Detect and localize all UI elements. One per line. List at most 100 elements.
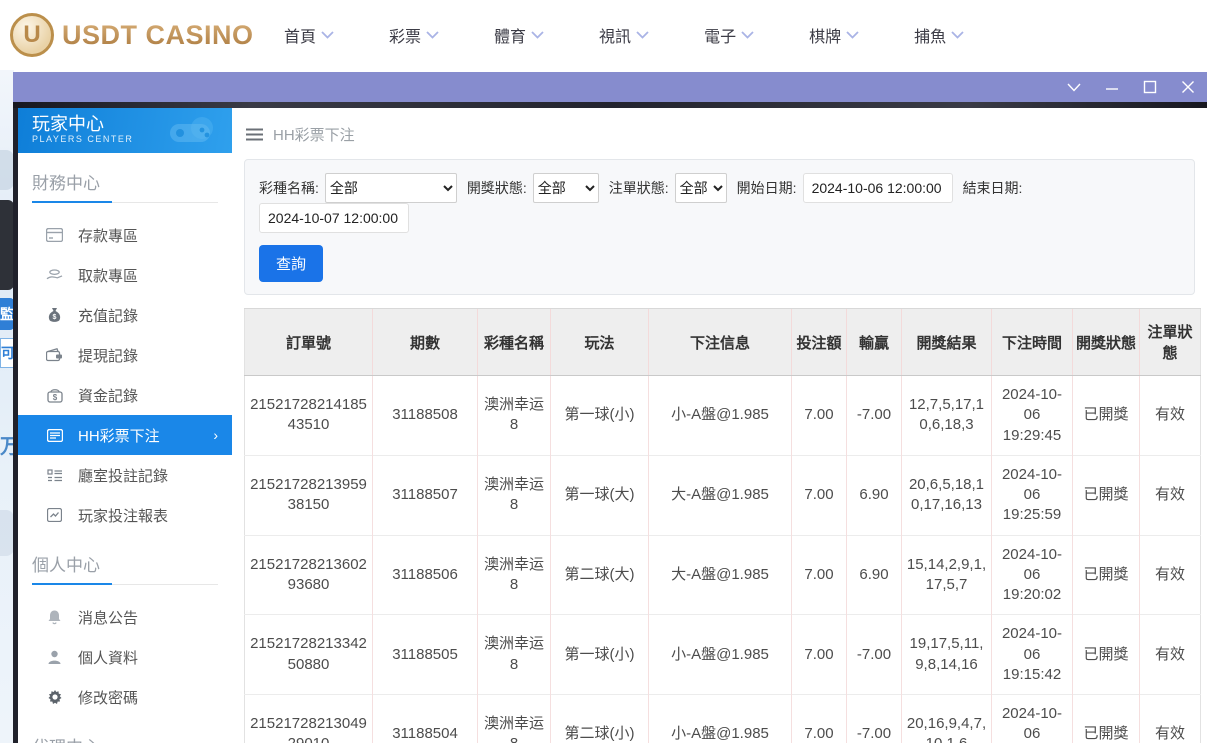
table-row: 2152172821395938150 31188507 澳洲幸运8 第一球(大… — [244, 454, 1201, 535]
lottery-select[interactable]: 全部 — [324, 173, 457, 203]
window-maximize-button[interactable] — [1141, 78, 1159, 96]
cell-time: 2024-10-06 19:29:45 — [991, 375, 1073, 456]
sidebar-item-label: HH彩票下注 — [78, 427, 160, 445]
nav-item-board-games[interactable]: 棋牌 — [809, 23, 859, 47]
cell-period: 31188504 — [372, 694, 478, 743]
cell-period: 31188507 — [372, 454, 478, 535]
nav-item-electronic[interactable]: 電子 — [704, 23, 754, 47]
col-header-play: 玩法 — [550, 308, 649, 376]
background-fragment-box: 可 — [0, 338, 14, 368]
cell-win-loss: 6.90 — [846, 454, 902, 535]
deposit-card-icon — [46, 227, 63, 244]
start-date-input[interactable] — [802, 173, 953, 203]
withdraw-hand-icon — [46, 267, 63, 284]
nav-item-sports[interactable]: 體育 — [494, 23, 544, 47]
start-date-label: 開始日期: — [736, 180, 797, 196]
room-record-icon — [46, 467, 63, 484]
col-header-lottery: 彩種名稱 — [477, 308, 551, 376]
top-nav: 首頁 彩票 體育 視訊 電子 棋牌 捕魚 — [284, 0, 964, 70]
cell-bet-amount: 7.00 — [791, 454, 847, 535]
col-header-draw-status: 開獎狀態 — [1072, 308, 1140, 376]
sidebar-item-hh-lottery-bets[interactable]: HH彩票下注 › — [18, 415, 232, 455]
sidebar-item-label: 玩家投注報表 — [78, 507, 169, 525]
cell-draw-status: 已開獎 — [1072, 454, 1140, 535]
table-row: 2152172821360293680 31188506 澳洲幸运8 第二球(大… — [244, 534, 1201, 615]
bets-table: 訂單號 期數 彩種名稱 玩法 下注信息 投注額 輸贏 開獎結果 下注時間 開獎狀… — [244, 308, 1201, 743]
nav-item-fishing[interactable]: 捕魚 — [914, 23, 964, 47]
brand-logo-badge-icon: U — [10, 13, 54, 57]
sidebar-item-change-password[interactable]: 修改密碼 — [18, 677, 232, 717]
sidebar-item-label: 充值記錄 — [78, 307, 139, 325]
table-row: 2152172821418543510 31188508 澳洲幸运8 第一球(小… — [244, 375, 1201, 456]
brand-logo[interactable]: U USDT CASINO — [10, 13, 254, 57]
order-status-select[interactable]: 全部 — [674, 173, 727, 203]
table-row: 2152172821334250880 31188505 澳洲幸运8 第一球(小… — [244, 614, 1201, 695]
chevron-down-icon — [531, 31, 544, 39]
cell-play: 第一球(大) — [550, 454, 649, 535]
cell-win-loss: -7.00 — [846, 375, 902, 456]
section-underline — [32, 583, 218, 585]
background-fragment-text: 万 — [0, 436, 14, 458]
cell-lottery: 澳洲幸运8 — [477, 375, 551, 456]
col-header-result: 開獎結果 — [901, 308, 992, 376]
search-button[interactable]: 查詢 — [259, 245, 324, 282]
background-fragment — [0, 510, 14, 556]
cell-result: 12,7,5,17,10,6,18,3 — [901, 375, 992, 456]
window-collapse-button[interactable] — [1065, 78, 1083, 96]
end-date-input[interactable] — [259, 203, 409, 233]
nav-item-label: 視訊 — [599, 29, 632, 46]
cell-play: 第一球(小) — [550, 614, 649, 695]
cell-bet-info: 大-A盤@1.985 — [648, 454, 792, 535]
window-close-button[interactable] — [1179, 78, 1197, 96]
sidebar-item-room-bet-record[interactable]: 廳室投註記錄 — [18, 455, 232, 495]
sidebar-section-title-personal: 個人中心 — [32, 556, 100, 575]
cell-order-status: 有效 — [1139, 534, 1201, 615]
sidebar-item-label: 廳室投註記錄 — [78, 467, 169, 485]
sidebar-item-label: 個人資料 — [78, 649, 139, 667]
draw-status-filter-label: 開獎狀態: — [466, 180, 527, 196]
sidebar-item-label: 取款專區 — [78, 267, 139, 285]
cell-order-status: 有效 — [1139, 694, 1201, 743]
cell-bet-info: 小-A盤@1.985 — [648, 614, 792, 695]
cell-time: 2024-10-06 19:20:02 — [991, 534, 1073, 615]
cell-draw-status: 已開獎 — [1072, 375, 1140, 456]
sidebar-item-withdraw[interactable]: 取款專區 — [18, 255, 232, 295]
cell-period: 31188506 — [372, 534, 478, 615]
cell-win-loss: -7.00 — [846, 614, 902, 695]
nav-item-home[interactable]: 首頁 — [284, 23, 334, 47]
cell-draw-status: 已開獎 — [1072, 614, 1140, 695]
col-header-win-loss: 輸贏 — [846, 308, 902, 376]
sidebar-item-announcements[interactable]: 消息公告 — [18, 597, 232, 637]
cell-order-status: 有效 — [1139, 454, 1201, 535]
sidebar: 玩家中心 PLAYERS CENTER 財務中心 存款專區 取款專區 $ 充值記… — [18, 108, 232, 743]
cell-play: 第一球(小) — [550, 375, 649, 456]
table-row: 2152172821304929010 31188504 澳洲幸运8 第二球(小… — [244, 694, 1201, 743]
sidebar-item-funds-record[interactable]: $ 資金記錄 — [18, 375, 232, 415]
cell-result: 20,6,5,18,10,17,16,13 — [901, 454, 992, 535]
background-fragment — [0, 200, 14, 290]
recharge-bag-icon: $ — [46, 307, 63, 324]
gamepad-icon — [170, 117, 213, 142]
col-header-bet-amount: 投注額 — [791, 308, 847, 376]
nav-item-label: 體育 — [494, 29, 527, 46]
sidebar-section-title-finance: 財務中心 — [32, 174, 100, 193]
sidebar-item-deposit[interactable]: 存款專區 — [18, 215, 232, 255]
cell-order-no: 2152172821334250880 — [244, 614, 373, 695]
col-header-period: 期數 — [372, 308, 478, 376]
lottery-filter-label: 彩種名稱: — [259, 180, 319, 196]
sidebar-item-profile[interactable]: 個人資料 — [18, 637, 232, 677]
chevron-down-icon — [321, 31, 334, 39]
cell-order-no: 2152172821418543510 — [244, 375, 373, 456]
hamburger-menu-icon[interactable] — [246, 128, 263, 141]
draw-status-select[interactable]: 全部 — [532, 173, 599, 203]
nav-item-live-video[interactable]: 視訊 — [599, 23, 649, 47]
sidebar-item-player-bet-report[interactable]: 玩家投注報表 — [18, 495, 232, 535]
nav-item-lottery[interactable]: 彩票 — [389, 23, 439, 47]
cell-win-loss: 6.90 — [846, 534, 902, 615]
window-minimize-button[interactable] — [1103, 78, 1121, 96]
filter-panel: 彩種名稱: 全部 開獎狀態: 全部 注單狀態: 全部 開始日期: 2024-10… — [244, 159, 1195, 295]
sidebar-item-label: 存款專區 — [78, 227, 139, 245]
sidebar-item-recharge-record[interactable]: $ 充值記錄 — [18, 295, 232, 335]
withdrawal-wallet-icon — [46, 347, 63, 364]
sidebar-item-withdrawal-record[interactable]: 提現記錄 — [18, 335, 232, 375]
